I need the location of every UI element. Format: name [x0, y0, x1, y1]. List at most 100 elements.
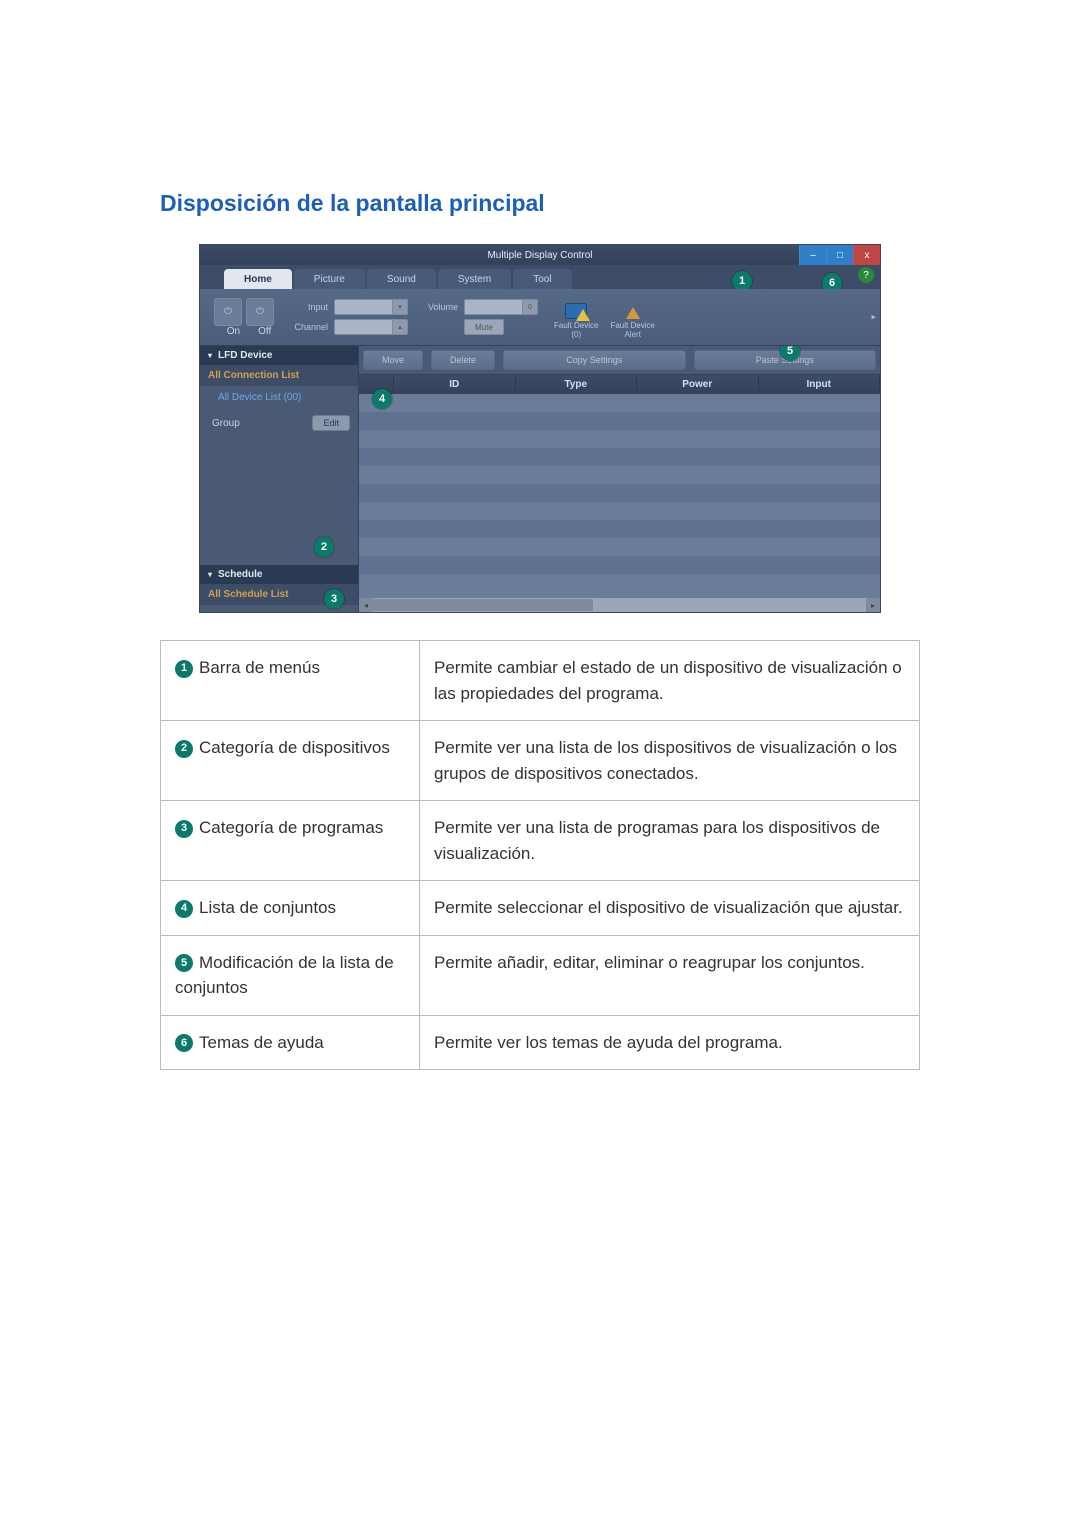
- power-icon: ⏻: [224, 306, 232, 317]
- fault-alert[interactable]: Fault Device Alert: [610, 295, 654, 340]
- move-button[interactable]: Move: [363, 350, 423, 370]
- list-row[interactable]: [359, 430, 880, 448]
- table-row: 2 Categoría de dispositivos Permite ver u…: [161, 721, 920, 801]
- section-title: Disposición de la pantalla principal: [160, 190, 920, 217]
- legend-desc: Permite ver una lista de programas para …: [420, 801, 920, 881]
- list-row[interactable]: [359, 466, 880, 484]
- scroll-left-icon[interactable]: ◂: [359, 598, 373, 612]
- fault-alert-label: Fault Device Alert: [610, 322, 654, 340]
- maximize-button[interactable]: □: [826, 245, 853, 265]
- callout-2: 2: [314, 537, 334, 557]
- list-row[interactable]: [359, 556, 880, 574]
- channel-spinner[interactable]: ▴: [334, 319, 408, 335]
- legend-bubble: 3: [175, 820, 193, 838]
- ribbon-scroll-icon[interactable]: ▸: [871, 312, 876, 323]
- list-row[interactable]: [359, 412, 880, 430]
- menu-bar: Home Picture Sound System Tool: [200, 265, 880, 289]
- chevron-down-icon: ▾: [392, 300, 407, 314]
- chevron-down-icon: ▾: [208, 351, 212, 360]
- table-row: 6 Temas de ayuda Permite ver los temas de…: [161, 1015, 920, 1070]
- power-off-button[interactable]: ⏻: [246, 298, 274, 326]
- tab-tool[interactable]: Tool: [513, 269, 571, 289]
- delete-button[interactable]: Delete: [431, 350, 495, 370]
- close-button[interactable]: x: [853, 245, 880, 265]
- power-on-button[interactable]: ⏻: [214, 298, 242, 326]
- sidebar-lfd-label: LFD Device: [218, 350, 272, 361]
- legend-name: Categoría de programas: [199, 818, 383, 837]
- power-icon: ⏻: [256, 306, 264, 317]
- app-screenshot: 1 6 5 4 2 3 Multiple Display Control – □…: [200, 245, 880, 612]
- ribbon: ⏻ ⏻ On Off Input ▾ Channel ▴: [200, 289, 880, 346]
- sidebar-schedule-label: Schedule: [218, 569, 262, 580]
- legend-desc: Permite ver una lista de los dispositivo…: [420, 721, 920, 801]
- sidebar-edit-button[interactable]: Edit: [312, 415, 350, 431]
- input-select[interactable]: ▾: [334, 299, 408, 315]
- callout-1: 1: [732, 271, 752, 291]
- sidebar-all-connection[interactable]: All Connection List: [200, 365, 358, 386]
- callout-3: 3: [324, 589, 344, 609]
- col-power[interactable]: Power: [637, 375, 759, 394]
- input-label: Input: [288, 302, 328, 312]
- table-row: 5Modificación de la lista de conjuntos P…: [161, 935, 920, 1015]
- callout-4: 4: [372, 389, 392, 409]
- legend-desc: Permite ver los temas de ayuda del progr…: [420, 1015, 920, 1070]
- minimize-button[interactable]: –: [799, 245, 826, 265]
- legend-name: Barra de menús: [199, 658, 320, 677]
- fault-device-label: Fault Device (0): [554, 322, 598, 340]
- titlebar: Multiple Display Control – □ x: [200, 245, 880, 265]
- list-toolbar: Move Delete Copy Settings Paste Settings: [359, 346, 880, 375]
- power-on-label: On: [227, 326, 240, 337]
- warning-icon: [626, 307, 640, 319]
- chevron-down-icon: ▾: [208, 570, 212, 579]
- legend-desc: Permite seleccionar el dispositivo de vi…: [420, 881, 920, 936]
- power-off-label: Off: [258, 326, 271, 337]
- legend-bubble: 2: [175, 740, 193, 758]
- legend-name: Lista de conjuntos: [199, 898, 336, 917]
- table-row: 4 Lista de conjuntos Permite seleccionar …: [161, 881, 920, 936]
- tab-sound[interactable]: Sound: [367, 269, 436, 289]
- spinner-icon: ▴: [392, 320, 407, 334]
- warning-icon: [576, 309, 590, 321]
- sidebar-lfd-header[interactable]: ▾ LFD Device: [200, 346, 358, 365]
- tab-picture[interactable]: Picture: [294, 269, 365, 289]
- list-row[interactable]: [359, 484, 880, 502]
- window-title: Multiple Display Control: [487, 250, 592, 261]
- col-input[interactable]: Input: [759, 375, 881, 394]
- list-header: ID Type Power Input: [359, 375, 880, 394]
- sidebar-all-device-list[interactable]: All Device List (00): [200, 386, 358, 409]
- mute-button[interactable]: Mute: [464, 319, 504, 335]
- list-row[interactable]: [359, 574, 880, 592]
- legend-bubble: 5: [175, 954, 193, 972]
- scroll-thumb[interactable]: [373, 599, 593, 611]
- legend-bubble: 6: [175, 1034, 193, 1052]
- legend-table: 1 Barra de menús Permite cambiar el estad…: [160, 640, 920, 1070]
- legend-desc: Permite añadir, editar, eliminar o reagr…: [420, 935, 920, 1015]
- list-row[interactable]: [359, 520, 880, 538]
- fault-device[interactable]: Fault Device (0): [554, 295, 598, 340]
- legend-desc: Permite cambiar el estado de un disposit…: [420, 641, 920, 721]
- legend-name: Temas de ayuda: [199, 1033, 324, 1052]
- sidebar-group-label: Group: [212, 418, 240, 429]
- legend-name: Modificación de la lista de conjuntos: [175, 953, 394, 998]
- help-button[interactable]: ?: [858, 267, 874, 283]
- tab-system[interactable]: System: [438, 269, 511, 289]
- volume-label: Volume: [418, 302, 458, 312]
- legend-bubble: 1: [175, 660, 193, 678]
- list-row[interactable]: [359, 502, 880, 520]
- legend-name: Categoría de dispositivos: [199, 738, 390, 757]
- scroll-right-icon[interactable]: ▸: [866, 598, 880, 612]
- tab-home[interactable]: Home: [224, 269, 292, 289]
- list-row[interactable]: [359, 448, 880, 466]
- list-row[interactable]: [359, 394, 880, 412]
- device-list: [359, 394, 880, 598]
- table-row: 3 Categoría de programas Permite ver una …: [161, 801, 920, 881]
- horizontal-scrollbar[interactable]: ◂ ▸: [359, 598, 880, 612]
- num-icon: 0: [522, 300, 537, 314]
- col-id[interactable]: ID: [394, 375, 516, 394]
- copy-settings-button[interactable]: Copy Settings: [503, 350, 685, 370]
- col-type[interactable]: Type: [516, 375, 638, 394]
- legend-bubble: 4: [175, 900, 193, 918]
- list-row[interactable]: [359, 538, 880, 556]
- volume-field[interactable]: 0: [464, 299, 538, 315]
- sidebar-schedule-header[interactable]: ▾ Schedule: [200, 565, 358, 584]
